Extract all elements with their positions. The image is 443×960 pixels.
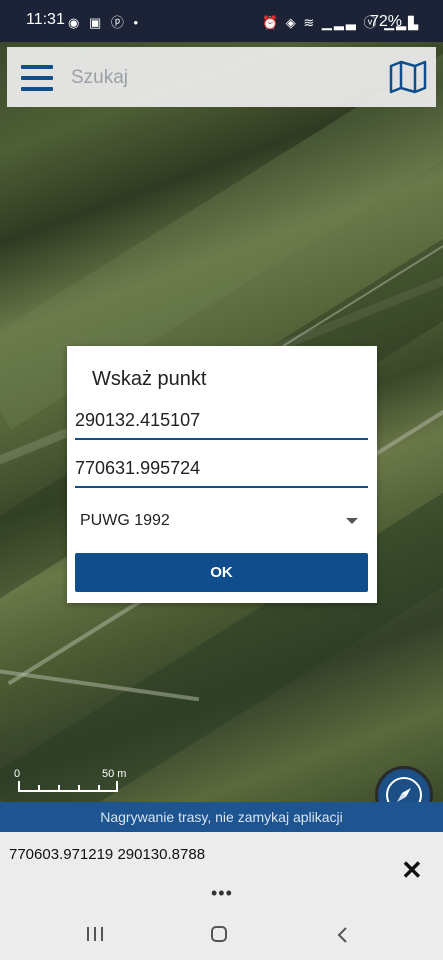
map-icon[interactable]	[389, 60, 427, 94]
menu-icon[interactable]	[21, 65, 53, 91]
back-icon[interactable]	[336, 926, 350, 944]
search-input[interactable]: Szukaj	[71, 67, 128, 89]
dropdown-caret-icon	[346, 518, 358, 524]
scale-start-label: 0	[14, 768, 21, 780]
notification-icons: ◉ ▣ ⓟ •	[68, 15, 142, 30]
close-icon[interactable]: ✕	[401, 857, 423, 883]
map-scale: 0 50 m	[14, 768, 134, 798]
home-icon[interactable]	[211, 926, 227, 942]
crs-select[interactable]: PUWG 1992	[75, 506, 360, 536]
coordinates-text: 770603.971219 290130.8788	[9, 846, 206, 863]
scale-bar	[18, 790, 118, 792]
scale-end-label: 50 m	[102, 768, 127, 780]
dialog-title: Wskaż punkt	[92, 368, 207, 390]
ok-button[interactable]: OK	[75, 553, 368, 592]
battery-indicator: 72% ▮	[370, 13, 416, 30]
system-navigation-bar	[0, 908, 443, 960]
point-dialog: Wskaż punkt 290132.415107 770631.995724 …	[67, 346, 377, 603]
clock: 11:31	[26, 11, 65, 28]
recording-banner: Nagrywanie trasy, nie zamykaj aplikacji	[0, 802, 443, 832]
coordinates-panel: 770603.971219 290130.8788 ✕ •••	[0, 832, 443, 908]
status-bar: 11:31 ◉ ▣ ⓟ • ⏰ ◈ ≋ ▁▂▃ ⓥ ▁▂▃ 72% ▮	[0, 0, 443, 42]
y-coordinate-field[interactable]: 770631.995724	[75, 456, 368, 488]
more-icon[interactable]: •••	[211, 884, 233, 902]
search-bar[interactable]: Szukaj	[7, 47, 436, 107]
crs-select-value: PUWG 1992	[80, 512, 170, 529]
recent-apps-icon[interactable]	[87, 927, 103, 941]
x-coordinate-field[interactable]: 290132.415107	[75, 408, 368, 440]
